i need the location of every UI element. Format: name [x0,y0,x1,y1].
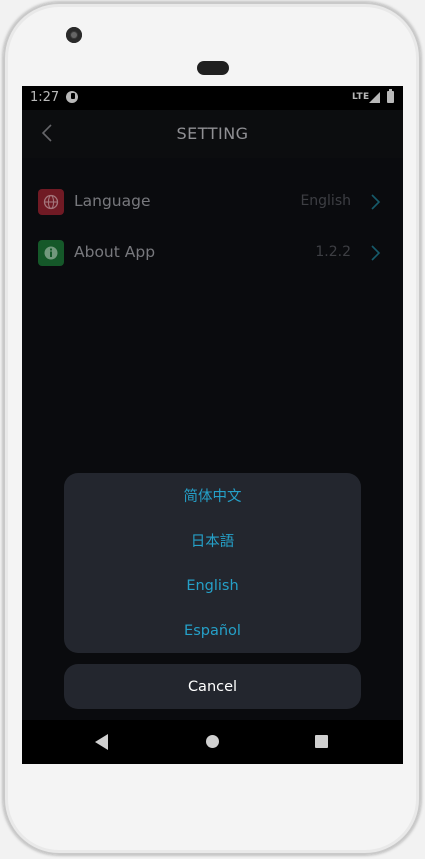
nav-home-icon[interactable] [206,735,219,748]
cancel-button[interactable]: Cancel [64,664,361,709]
earpiece-speaker [197,61,229,75]
nav-back-icon[interactable] [95,734,108,750]
system-nav-bar [22,720,403,764]
language-option-chinese[interactable]: 简体中文 [64,473,361,518]
language-option-spanish[interactable]: Español [64,608,361,653]
app-screen: 1:27 LTE SETTING Language English About … [22,86,403,764]
nav-recents-icon[interactable] [315,735,328,748]
front-camera-icon [66,27,82,43]
language-option-english[interactable]: English [64,563,361,608]
language-action-sheet: 简体中文 日本語 English Español [64,473,361,653]
phone-frame: 1:27 LTE SETTING Language English About … [0,0,425,859]
language-option-japanese[interactable]: 日本語 [64,518,361,563]
